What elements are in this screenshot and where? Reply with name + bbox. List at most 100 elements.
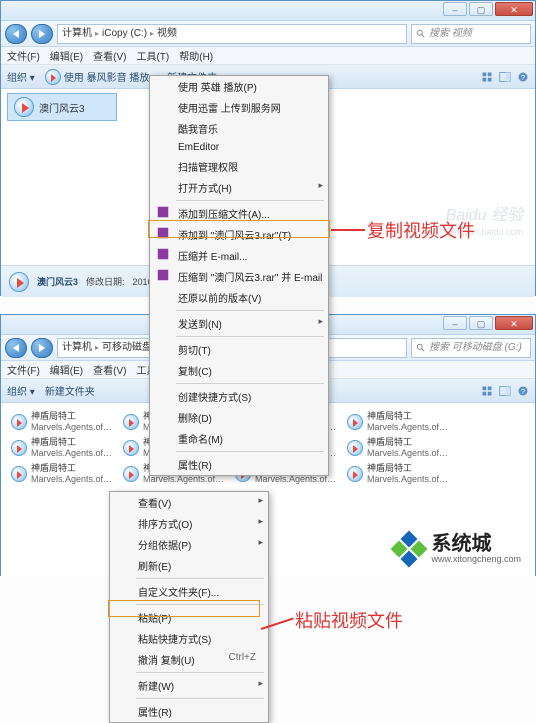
file-sub: Marvels.Agents.of.S.H.I.E.L.D.S... — [367, 448, 449, 459]
ctx-rename[interactable]: 重命名(M) — [150, 428, 328, 449]
ctx-restore[interactable]: 还原以前的版本(V) — [150, 287, 328, 308]
ctx-group[interactable]: 分组依据(P) — [110, 534, 268, 555]
ctx-raremail[interactable]: 压缩到 "澳门风云3.rar" 并 E-mail — [150, 266, 328, 287]
ctx-copy[interactable]: 复制(C) — [150, 360, 328, 381]
maximize-button[interactable]: ▢ — [469, 316, 493, 330]
site-logo: 系统城 www.xitongcheng.com — [387, 529, 527, 569]
ctx-paste[interactable]: 粘贴(P) — [110, 607, 268, 628]
view-icon[interactable] — [481, 385, 493, 397]
breadcrumb[interactable]: 计算机▸ iCopy (C:)▸ 视频 — [57, 24, 407, 44]
file-title: 神盾局特工 — [31, 437, 113, 448]
ctx-email[interactable]: 压缩并 E-mail... — [150, 245, 328, 266]
ctx-custom[interactable]: 自定义文件夹(F)... — [110, 581, 268, 602]
ctx-addrar[interactable]: 添加到 "澳门风云3.rar"(T) — [150, 224, 328, 245]
crumb[interactable]: iCopy (C:) — [102, 25, 147, 43]
ctx-new[interactable]: 新建(W) — [110, 675, 268, 696]
ctx-refresh[interactable]: 刷新(E) — [110, 555, 268, 576]
crumb[interactable]: 计算机 — [62, 25, 92, 43]
menu-view[interactable]: 查看(V) — [93, 362, 126, 377]
ctx-props[interactable]: 属性(R) — [110, 701, 268, 722]
ctx-sort[interactable]: 排序方式(O) — [110, 513, 268, 534]
close-button[interactable]: ✕ — [495, 2, 533, 16]
file-item[interactable]: 神盾局特工Marvels.Agents.of.S.H.I.E.L.D.S... — [11, 463, 113, 485]
video-file-icon — [11, 414, 27, 430]
forward-button[interactable] — [31, 24, 53, 44]
file-selected[interactable]: 澳门风云3 — [7, 93, 117, 121]
preview-icon[interactable] — [499, 71, 511, 83]
ctx-pastelnk[interactable]: 粘贴快捷方式(S) — [110, 628, 268, 649]
rar-icon — [156, 268, 170, 282]
titlebar[interactable]: – ▢ ✕ — [1, 1, 535, 21]
openwith-button[interactable]: 使用 暴风影音 播放 ▾ — [45, 69, 157, 85]
ctx-undo[interactable]: 撤消 复制(U)Ctrl+Z — [110, 649, 268, 670]
menu-tools[interactable]: 工具(T) — [136, 48, 169, 63]
file-title: 神盾局特工 — [367, 411, 449, 422]
separator — [176, 200, 324, 201]
svg-text:?: ? — [521, 387, 525, 396]
ctx-sendto[interactable]: 发送到(N) — [150, 313, 328, 334]
crumb[interactable]: 计算机 — [62, 339, 92, 357]
ctx-view[interactable]: 查看(V) — [110, 492, 268, 513]
preview-icon[interactable] — [499, 385, 511, 397]
separator — [176, 310, 324, 311]
maximize-button[interactable]: ▢ — [469, 2, 493, 16]
logo-text: 系统城 — [431, 534, 521, 555]
callout-line — [331, 229, 365, 231]
ctx-cut[interactable]: 剪切(T) — [150, 339, 328, 360]
menu-view[interactable]: 查看(V) — [93, 48, 126, 63]
search-input[interactable]: 搜索 可移动磁盘 (G:) — [411, 338, 531, 358]
help-icon[interactable]: ? — [517, 71, 529, 83]
back-button[interactable] — [5, 24, 27, 44]
minimize-button[interactable]: – — [443, 316, 467, 330]
menu-edit[interactable]: 编辑(E) — [50, 362, 83, 377]
back-button[interactable] — [5, 338, 27, 358]
minimize-button[interactable]: – — [443, 2, 467, 16]
ctx-props[interactable]: 属性(R) — [150, 454, 328, 475]
context-menu: 使用 英雄 播放(P) 使用迅雷 上传到服务网 酷我音乐 EmEditor 扫描… — [149, 75, 329, 476]
file-pane[interactable]: 澳门风云3 Baidu 经验 jingyan.baidu.com 使用 英雄 播… — [1, 89, 535, 265]
file-item[interactable]: 神盾局特工Marvels.Agents.of.S.H.I.E.L.D.S... — [11, 437, 113, 459]
search-input[interactable]: 搜索 视频 — [411, 24, 531, 44]
file-item[interactable]: 神盾局特工Marvels.Agents.of.S.H.I.E.L.D.S... — [11, 411, 113, 433]
close-button[interactable]: ✕ — [495, 316, 533, 330]
newfolder-button[interactable]: 新建文件夹 — [45, 383, 95, 398]
menu-file[interactable]: 文件(F) — [7, 48, 40, 63]
organize-button[interactable]: 组织 ▾ — [7, 69, 35, 84]
ctx-emeditor[interactable]: EmEditor — [150, 139, 328, 156]
ctx-play[interactable]: 使用 英雄 播放(P) — [150, 76, 328, 97]
separator — [176, 336, 324, 337]
file-sub: Marvels.Agents.of.S.H.I.E.L.D.S... — [31, 448, 113, 459]
file-label: 澳门风云3 — [39, 100, 85, 115]
file-item[interactable]: 神盾局特工Marvels.Agents.of.S.H.I.E.L.D.S... — [347, 437, 449, 459]
menubar: 文件(F) 编辑(E) 查看(V) 工具(T) 帮助(H) — [1, 47, 535, 65]
context-menu-blank: 查看(V) 排序方式(O) 分组依据(P) 刷新(E) 自定义文件夹(F)...… — [109, 491, 269, 723]
file-item[interactable]: 神盾局特工Marvels.Agents.of.S.H.I.E.L.D.S... — [347, 463, 449, 485]
explorer-window-1: – ▢ ✕ 计算机▸ iCopy (C:)▸ 视频 搜索 视频 文件(F) 编辑… — [0, 0, 536, 296]
menu-file[interactable]: 文件(F) — [7, 362, 40, 377]
forward-button[interactable] — [31, 338, 53, 358]
organize-button[interactable]: 组织 ▾ — [7, 383, 35, 398]
video-file-icon — [123, 440, 139, 456]
callout-copy: 复制视频文件 — [367, 217, 475, 243]
file-sub: Marvels.Agents.of.S.H.I.E.L.D.S... — [367, 422, 449, 433]
video-file-icon — [123, 414, 139, 430]
ctx-openwith[interactable]: 打开方式(H) — [150, 177, 328, 198]
ctx-addarc[interactable]: 添加到压缩文件(A)... — [150, 203, 328, 224]
crumb[interactable]: 视频 — [157, 25, 177, 43]
ctx-shortcut[interactable]: 创建快捷方式(S) — [150, 386, 328, 407]
file-title: 神盾局特工 — [367, 463, 449, 474]
menu-help[interactable]: 帮助(H) — [179, 48, 213, 63]
ctx-rarperm[interactable]: 扫描管理权限 — [150, 156, 328, 177]
menu-edit[interactable]: 编辑(E) — [50, 48, 83, 63]
logo-icon — [393, 533, 425, 565]
ctx-kuwo[interactable]: 酷我音乐 — [150, 118, 328, 139]
video-file-icon — [14, 97, 34, 117]
ctx-upload[interactable]: 使用迅雷 上传到服务网 — [150, 97, 328, 118]
help-icon[interactable]: ? — [517, 385, 529, 397]
view-icon[interactable] — [481, 71, 493, 83]
logo-url: www.xitongcheng.com — [431, 555, 521, 564]
video-file-icon — [347, 414, 363, 430]
ctx-delete[interactable]: 删除(D) — [150, 407, 328, 428]
file-item[interactable]: 神盾局特工Marvels.Agents.of.S.H.I.E.L.D.S... — [347, 411, 449, 433]
video-file-icon — [11, 466, 27, 482]
